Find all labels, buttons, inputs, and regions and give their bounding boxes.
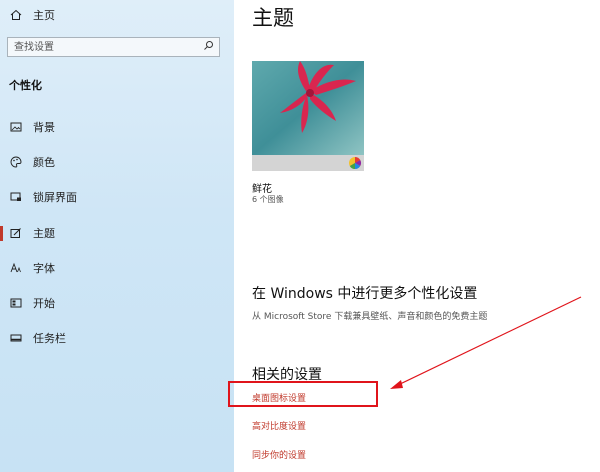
theme-name: 鲜花 <box>252 184 272 195</box>
sidebar-item-label: 字体 <box>33 262 55 275</box>
theme-thumbnail[interactable] <box>252 61 364 171</box>
lock-screen-icon <box>10 191 22 203</box>
home-icon <box>10 9 22 21</box>
image-icon <box>10 121 22 133</box>
sidebar-item-label: 开始 <box>33 297 55 310</box>
sidebar-item-background[interactable]: 背景 <box>0 116 234 138</box>
sidebar-item-colors[interactable]: 颜色 <box>0 151 234 173</box>
theme-image-count: 6 个图像 <box>252 195 284 204</box>
more-personalization-heading: 在 Windows 中进行更多个性化设置 <box>252 286 478 302</box>
search-box[interactable] <box>7 37 220 57</box>
microsoft-store-link[interactable]: 从 Microsoft Store 下载兼具壁纸、声音和颜色的免费主题 <box>252 309 487 322</box>
sidebar-item-label: 主页 <box>33 9 55 22</box>
sidebar-item-lock-screen[interactable]: 锁屏界面 <box>0 186 234 208</box>
sync-settings-link[interactable]: 同步你的设置 <box>252 448 306 461</box>
sidebar: 主页 个性化 背景 颜色 锁屏界面 主题 字体 <box>0 0 234 472</box>
taskbar-icon <box>10 332 22 344</box>
sidebar-item-label: 锁屏界面 <box>33 191 77 204</box>
page-title: 主题 <box>252 6 294 30</box>
sidebar-item-start[interactable]: 开始 <box>0 292 234 314</box>
annotation-highlight-box <box>228 381 378 407</box>
start-icon <box>10 297 22 309</box>
sidebar-item-label: 任务栏 <box>33 332 66 345</box>
sidebar-item-label: 主题 <box>33 227 55 240</box>
theme-icon <box>10 227 22 239</box>
sidebar-item-label: 背景 <box>33 121 55 134</box>
sidebar-item-taskbar[interactable]: 任务栏 <box>0 327 234 349</box>
sidebar-item-themes[interactable]: 主题 <box>0 222 234 244</box>
font-icon <box>10 262 22 274</box>
flower-image <box>252 61 364 171</box>
search-input[interactable] <box>14 40 194 54</box>
sidebar-item-label: 颜色 <box>33 156 55 169</box>
section-title: 个性化 <box>9 79 42 92</box>
color-wheel-icon <box>349 157 362 169</box>
high-contrast-settings-link[interactable]: 高对比度设置 <box>252 419 306 432</box>
palette-icon <box>10 156 22 168</box>
sidebar-item-fonts[interactable]: 字体 <box>0 257 234 279</box>
sidebar-item-home[interactable]: 主页 <box>0 4 234 26</box>
search-icon[interactable] <box>203 40 214 54</box>
